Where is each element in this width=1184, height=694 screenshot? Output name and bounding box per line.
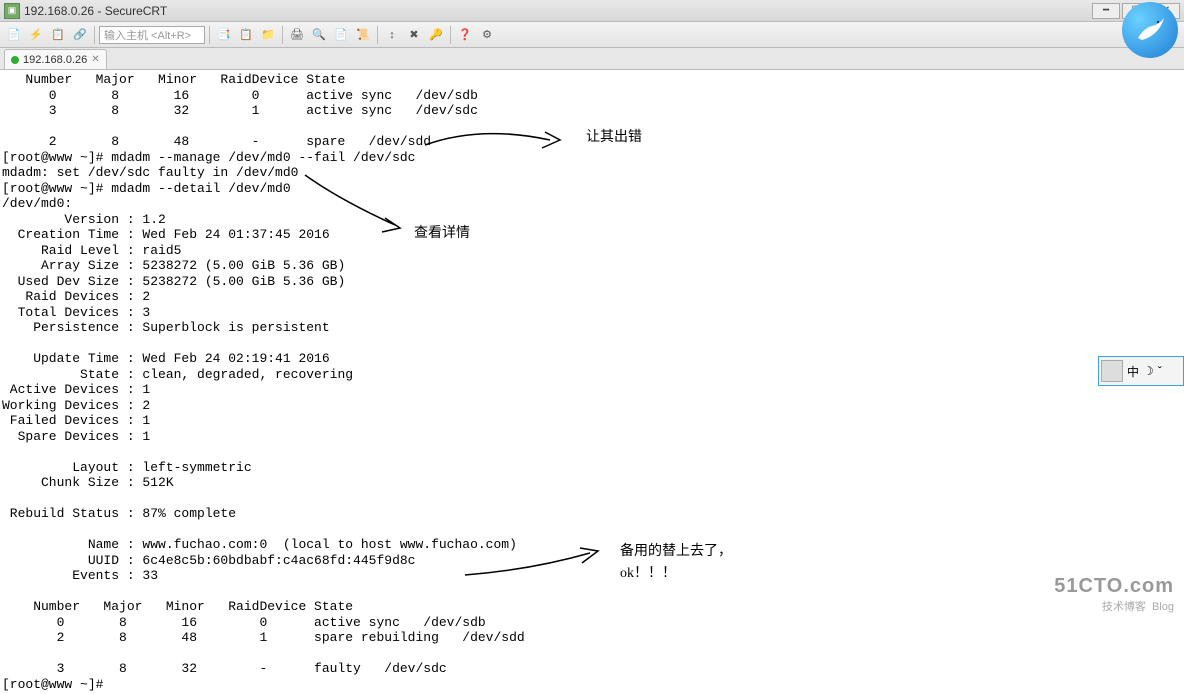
term-line: [root@www ~]# bbox=[2, 677, 103, 692]
arrow-icon bbox=[300, 170, 420, 240]
ime-lang[interactable]: 中 bbox=[1127, 363, 1139, 380]
term-line: Active Devices : 1 bbox=[2, 382, 150, 397]
find-icon[interactable]: 🔍 bbox=[309, 25, 329, 45]
term-line: 2 8 48 1 spare rebuilding /dev/sdd bbox=[2, 630, 525, 645]
term-line: 3 8 32 1 active sync /dev/sdc bbox=[2, 103, 478, 118]
print-icon[interactable]: 🖨 bbox=[287, 25, 307, 45]
term-line: Number Major Minor RaidDevice State bbox=[2, 599, 353, 614]
window-title: 192.168.0.26 - SecureCRT bbox=[24, 4, 167, 18]
watermark-sub: 技术博客 bbox=[1102, 601, 1146, 613]
separator bbox=[94, 26, 95, 44]
term-line: Total Devices : 3 bbox=[2, 305, 150, 320]
term-line: mdadm: set /dev/sdc faulty in /dev/md0 bbox=[2, 165, 298, 180]
folder-icon[interactable]: 📁 bbox=[258, 25, 278, 45]
arrow-icon bbox=[420, 120, 580, 170]
term-line: Creation Time : Wed Feb 24 01:37:45 2016 bbox=[2, 227, 330, 242]
log-icon[interactable]: 📄 bbox=[331, 25, 351, 45]
term-line: Chunk Size : 512K bbox=[2, 475, 174, 490]
term-line: Working Devices : 2 bbox=[2, 398, 150, 413]
term-line: [root@www ~]# mdadm --detail /dev/md0 bbox=[2, 181, 291, 196]
term-line: State : clean, degraded, recovering bbox=[2, 367, 353, 382]
term-line: Failed Devices : 1 bbox=[2, 413, 150, 428]
ime-widget[interactable]: 中 ☽ ˇ bbox=[1098, 356, 1184, 386]
tab-close-icon[interactable]: ✕ bbox=[91, 54, 99, 65]
term-line: [root@www ~]# mdadm --manage /dev/md0 --… bbox=[2, 150, 415, 165]
term-line: 0 8 16 0 active sync /dev/sdb bbox=[2, 615, 486, 630]
separator bbox=[377, 26, 378, 44]
ime-caret-icon[interactable]: ˇ bbox=[1158, 364, 1162, 378]
quick-connect-icon[interactable]: ⚡ bbox=[26, 25, 46, 45]
ime-moon-icon[interactable]: ☽ bbox=[1143, 364, 1154, 378]
term-line: Used Dev Size : 5238272 (5.00 GiB 5.36 G… bbox=[2, 274, 345, 289]
term-line: UUID : 6c4e8c5b:60bdbabf:c4ac68fd:445f9d… bbox=[2, 553, 415, 568]
session-tab[interactable]: 192.168.0.26 ✕ bbox=[4, 49, 107, 69]
annotation-text: ok！！！ bbox=[620, 562, 676, 582]
status-dot-icon bbox=[11, 56, 19, 64]
annotation-text: 让其出错 bbox=[586, 126, 642, 146]
term-line: Version : 1.2 bbox=[2, 212, 166, 227]
bird-logo-icon bbox=[1122, 2, 1178, 58]
help-icon[interactable]: ❓ bbox=[455, 25, 475, 45]
toolbar: 📄 ⚡ 📋 🔗 输入主机 <Alt+R> 📑 📋 📁 🖨 🔍 📄 📜 ↕ ✖ 🔑… bbox=[0, 22, 1184, 48]
watermark-blog: Blog bbox=[1152, 601, 1174, 613]
separator bbox=[450, 26, 451, 44]
term-line: Rebuild Status : 87% complete bbox=[2, 506, 236, 521]
terminal-output[interactable]: Number Major Minor RaidDevice State 0 8 … bbox=[0, 70, 1184, 694]
tab-bar: 192.168.0.26 ✕ bbox=[0, 48, 1184, 70]
term-line: Events : 33 bbox=[2, 568, 158, 583]
term-line: Spare Devices : 1 bbox=[2, 429, 150, 444]
watermark-brand: 51CTO.com bbox=[1054, 575, 1174, 598]
copy-icon[interactable]: 📑 bbox=[214, 25, 234, 45]
term-line: Layout : left-symmetric bbox=[2, 460, 252, 475]
term-line: /dev/md0: bbox=[2, 196, 72, 211]
annotation-text: 查看详情 bbox=[414, 222, 470, 242]
window-titlebar: ▣ 192.168.0.26 - SecureCRT ━ ☐ ✕ bbox=[0, 0, 1184, 22]
annotation-text: 备用的替上去了， bbox=[620, 540, 732, 560]
term-line: Raid Devices : 2 bbox=[2, 289, 150, 304]
term-line: Raid Level : raid5 bbox=[2, 243, 181, 258]
separator bbox=[282, 26, 283, 44]
term-line: Persistence : Superblock is persistent bbox=[2, 320, 330, 335]
term-line: Array Size : 5238272 (5.00 GiB 5.36 GB) bbox=[2, 258, 345, 273]
watermark: 51CTO.com 技术博客 Blog bbox=[1054, 575, 1174, 614]
ime-avatar-icon bbox=[1101, 360, 1123, 382]
host-input[interactable]: 输入主机 <Alt+R> bbox=[99, 26, 205, 44]
paste-icon[interactable]: 📋 bbox=[236, 25, 256, 45]
settings-icon[interactable]: ✖ bbox=[404, 25, 424, 45]
reconnect-icon[interactable]: 🔗 bbox=[70, 25, 90, 45]
transfer-icon[interactable]: ↕ bbox=[382, 25, 402, 45]
term-line: 0 8 16 0 active sync /dev/sdb bbox=[2, 88, 478, 103]
term-line: Name : www.fuchao.com:0 (local to host w… bbox=[2, 537, 517, 552]
separator bbox=[209, 26, 210, 44]
options-icon[interactable]: ⚙ bbox=[477, 25, 497, 45]
arrow-icon bbox=[460, 545, 610, 585]
term-line: 3 8 32 - faulty /dev/sdc bbox=[2, 661, 447, 676]
session-icon[interactable]: 📋 bbox=[48, 25, 68, 45]
term-line: Update Time : Wed Feb 24 02:19:41 2016 bbox=[2, 351, 330, 366]
term-line: Number Major Minor RaidDevice State bbox=[2, 72, 345, 87]
connect-icon[interactable]: 📄 bbox=[4, 25, 24, 45]
term-line: 2 8 48 - spare /dev/sdd bbox=[2, 134, 431, 149]
script-icon[interactable]: 📜 bbox=[353, 25, 373, 45]
tab-label: 192.168.0.26 bbox=[23, 54, 87, 66]
key-icon[interactable]: 🔑 bbox=[426, 25, 446, 45]
minimize-button[interactable]: ━ bbox=[1092, 3, 1120, 19]
app-icon: ▣ bbox=[4, 3, 20, 19]
